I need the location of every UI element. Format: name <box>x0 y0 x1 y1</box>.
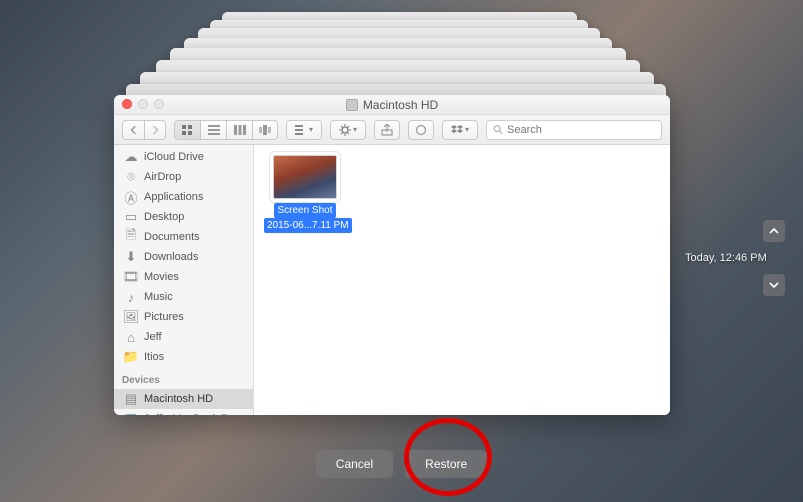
action-button[interactable]: ▾ <box>330 120 366 140</box>
file-name-line2: 2015-06...7.11 PM <box>264 218 352 233</box>
music-icon: ♪ <box>124 290 138 304</box>
chevron-right-icon <box>151 126 159 134</box>
download-icon: ⬇ <box>124 250 138 264</box>
sidebar-item-label: Downloads <box>144 251 198 263</box>
file-grid[interactable]: Screen Shot 2015-06...7.11 PM <box>254 145 670 415</box>
window-title: Macintosh HD <box>346 98 438 112</box>
maximize-icon[interactable] <box>154 99 164 109</box>
cancel-button[interactable]: Cancel <box>316 450 393 478</box>
list-view-button[interactable] <box>200 120 226 140</box>
sidebar-item-documents[interactable]: 🗎 Documents <box>114 227 253 247</box>
file-thumbnail <box>273 155 337 199</box>
tags-button[interactable] <box>408 120 434 140</box>
timeline: Today, 12:46 PM <box>685 220 785 296</box>
share-icon <box>381 124 393 136</box>
sidebar-item-label: Movies <box>144 271 179 283</box>
coverflow-icon <box>259 125 271 135</box>
window-title-text: Macintosh HD <box>363 98 438 112</box>
sidebar-item-airdrop[interactable]: ⌾ AirDrop <box>114 167 253 187</box>
timeline-next-button[interactable] <box>763 274 785 296</box>
dropbox-button[interactable]: ▾ <box>442 120 478 140</box>
sidebar-item-itios[interactable]: 📁 Itios <box>114 347 253 367</box>
search-icon <box>493 124 503 135</box>
sidebar-devices-header: Devices <box>114 371 253 389</box>
sidebar-item-label: Jeff <box>144 331 162 343</box>
forward-button[interactable] <box>144 120 166 140</box>
sidebar-item-macbook[interactable]: 💻 Jeff's MacBook Pr... <box>114 409 253 415</box>
movie-icon: 🎞 <box>124 270 138 284</box>
picture-icon: 🖼 <box>124 310 138 324</box>
search-field[interactable] <box>486 120 662 140</box>
coverflow-view-button[interactable] <box>252 120 278 140</box>
finder-window: Macintosh HD <box>114 95 670 415</box>
airdrop-icon: ⌾ <box>124 170 138 184</box>
icon-view-button[interactable] <box>174 120 200 140</box>
sidebar-item-label: AirDrop <box>144 171 181 183</box>
sidebar-item-label: Music <box>144 291 173 303</box>
sidebar-item-label: Jeff's MacBook Pr... <box>144 413 241 415</box>
sidebar: ☁ iCloud Drive ⌾ AirDrop Ⓐ Applications ▭ De… <box>114 145 254 415</box>
tag-icon <box>415 124 427 136</box>
sidebar-item-macintosh-hd[interactable]: ▤ Macintosh HD <box>114 389 253 409</box>
chevron-down-icon: ▾ <box>353 125 357 134</box>
folder-icon: 📁 <box>124 350 138 364</box>
disk-icon: ▤ <box>124 392 138 406</box>
restore-button[interactable]: Restore <box>405 450 487 478</box>
arrange-button[interactable]: ▾ <box>286 120 322 140</box>
chevron-down-icon: ▾ <box>309 125 313 134</box>
sidebar-item-desktop[interactable]: ▭ Desktop <box>114 207 253 227</box>
column-view-button[interactable] <box>226 120 252 140</box>
doc-icon: 🗎 <box>124 230 138 244</box>
chevron-up-icon <box>769 226 779 236</box>
button-bar: Cancel Restore <box>0 450 803 478</box>
sidebar-item-label: Itios <box>144 351 164 363</box>
view-mode-segment <box>174 120 278 140</box>
gear-icon <box>339 124 351 136</box>
sidebar-item-movies[interactable]: 🎞 Movies <box>114 267 253 287</box>
dropbox-icon <box>451 125 463 135</box>
search-input[interactable] <box>507 124 655 136</box>
sidebar-item-jeff[interactable]: ⌂ Jeff <box>114 327 253 347</box>
sidebar-item-pictures[interactable]: 🖼 Pictures <box>114 307 253 327</box>
sidebar-item-label: Macintosh HD <box>144 393 213 405</box>
sidebar-item-label: Applications <box>144 191 203 203</box>
nav-segment <box>122 120 166 140</box>
titlebar[interactable]: Macintosh HD <box>114 95 670 115</box>
laptop-icon: 💻 <box>124 412 138 415</box>
close-icon[interactable] <box>122 99 132 109</box>
home-icon: ⌂ <box>124 330 138 344</box>
sidebar-item-downloads[interactable]: ⬇ Downloads <box>114 247 253 267</box>
share-button[interactable] <box>374 120 400 140</box>
timeline-prev-button[interactable] <box>763 220 785 242</box>
chevron-down-icon: ▾ <box>465 125 469 134</box>
back-button[interactable] <box>122 120 144 140</box>
chevron-left-icon <box>130 126 138 134</box>
cloud-icon: ☁ <box>124 150 138 164</box>
list-icon <box>208 125 220 135</box>
minimize-icon[interactable] <box>138 99 148 109</box>
sidebar-item-icloud[interactable]: ☁ iCloud Drive <box>114 147 253 167</box>
file-item[interactable]: Screen Shot 2015-06...7.11 PM <box>264 155 346 233</box>
sidebar-item-applications[interactable]: Ⓐ Applications <box>114 187 253 207</box>
chevron-down-icon <box>769 280 779 290</box>
sidebar-item-music[interactable]: ♪ Music <box>114 287 253 307</box>
columns-icon <box>234 125 246 135</box>
arrange-icon <box>295 125 307 135</box>
grid-icon <box>182 125 194 135</box>
file-name-line1: Screen Shot <box>274 203 335 218</box>
sidebar-item-label: Documents <box>144 231 200 243</box>
disk-icon <box>346 99 358 111</box>
window-controls <box>122 99 164 109</box>
toolbar: ▾ ▾ ▾ <box>114 115 670 145</box>
apps-icon: Ⓐ <box>124 190 138 204</box>
timeline-label: Today, 12:46 PM <box>685 252 785 264</box>
sidebar-item-label: Desktop <box>144 211 184 223</box>
desktop-icon: ▭ <box>124 210 138 224</box>
sidebar-item-label: iCloud Drive <box>144 151 204 163</box>
sidebar-item-label: Pictures <box>144 311 184 323</box>
